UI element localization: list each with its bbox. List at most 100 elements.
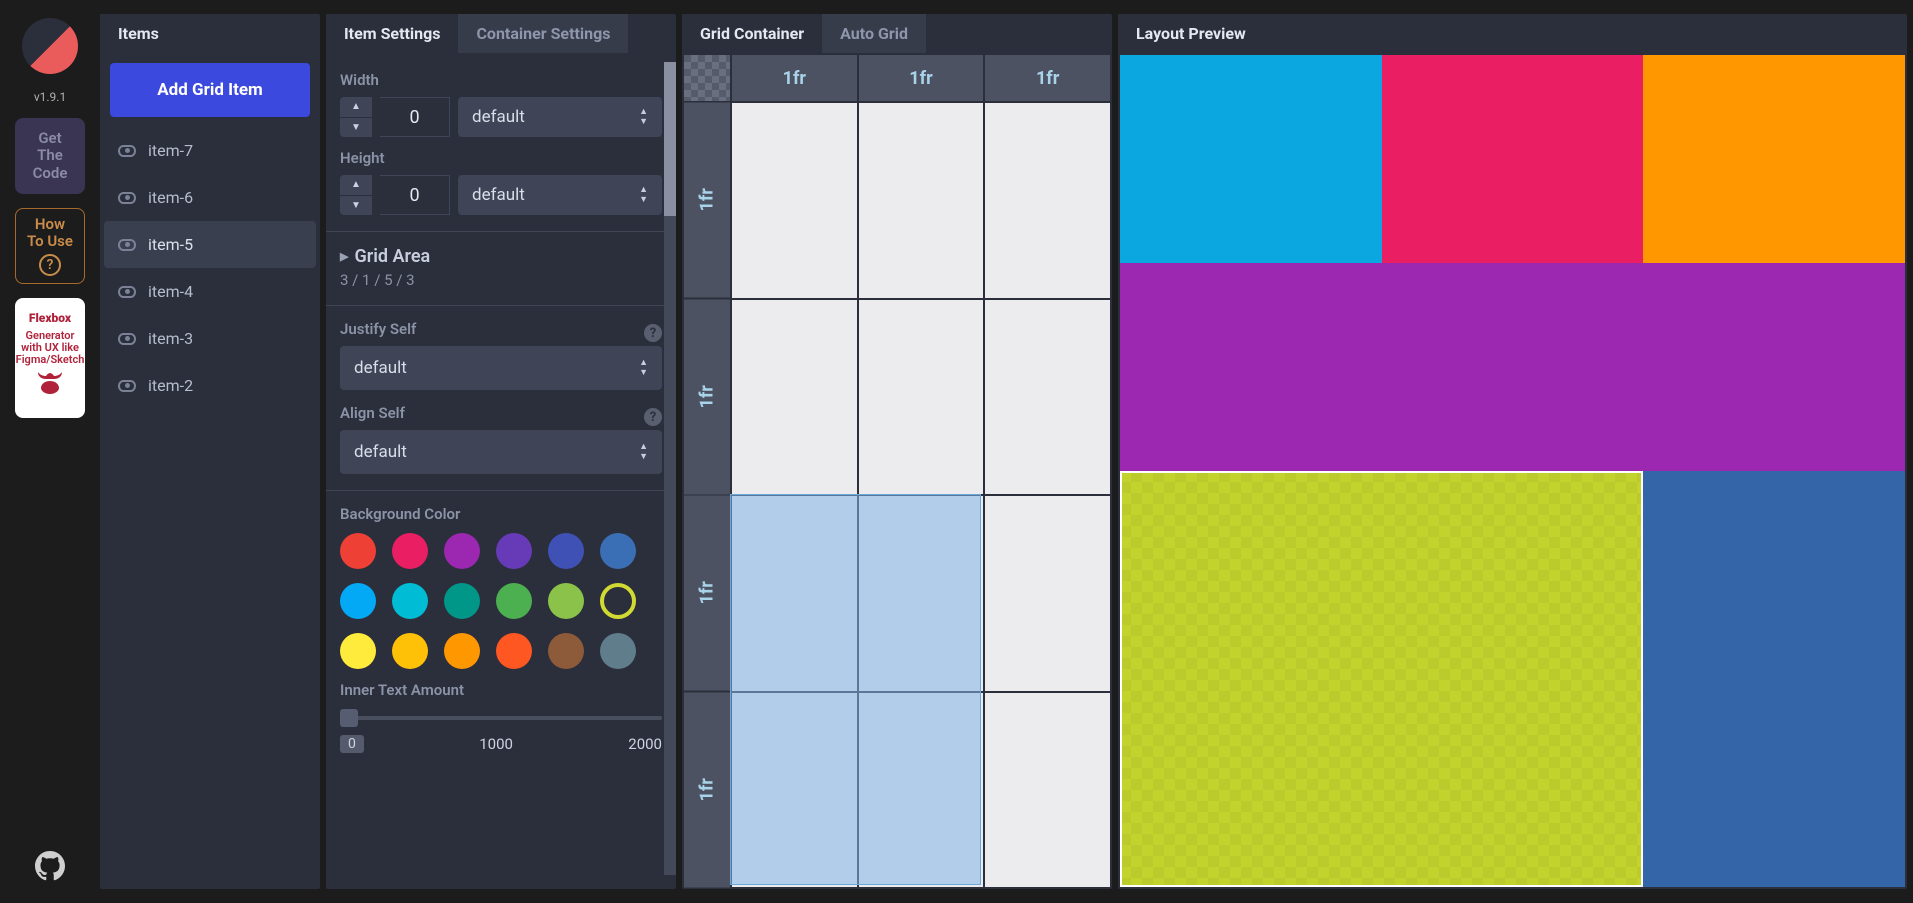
item-row[interactable]: item-3 [104,315,316,362]
grid-cell[interactable] [732,103,857,298]
width-value[interactable]: 0 [380,97,450,137]
color-swatch[interactable] [548,633,584,669]
color-swatch[interactable] [496,633,532,669]
settings-panel: Item Settings Container Settings Width ▲… [326,14,676,889]
slider-min: 0 [340,735,364,753]
grid-cell[interactable] [859,103,984,298]
height-unit-select[interactable]: default▲▼ [458,175,662,215]
color-swatch[interactable] [496,583,532,619]
grid-selection-overlay[interactable] [730,494,981,885]
scrollbar-thumb[interactable] [664,62,676,216]
width-label: Width [340,71,662,89]
color-swatch[interactable] [444,633,480,669]
preview-cell [1643,55,1905,263]
settings-body: Width ▲▼ 0 default▲▼ Height ▲▼ 0 default… [326,53,676,767]
item-row[interactable]: item-5 [104,221,316,268]
eye-icon[interactable] [118,333,136,345]
tab-items[interactable]: Items [100,14,177,53]
tab-grid-container[interactable]: Grid Container [682,14,822,53]
items-tabs: Items [100,14,320,53]
color-swatch[interactable] [340,583,376,619]
eye-icon[interactable] [118,145,136,157]
tab-layout-preview[interactable]: Layout Preview [1118,14,1264,53]
chevron-up-icon[interactable]: ▲ [340,175,372,196]
chevron-down-icon[interactable]: ▼ [340,196,372,216]
inner-text-slider[interactable] [340,709,662,727]
grid-cell[interactable] [732,300,857,495]
color-swatch[interactable] [600,633,636,669]
item-row[interactable]: item-2 [104,362,316,409]
color-swatch[interactable] [340,633,376,669]
width-unit-select[interactable]: default ▲▼ [458,97,662,137]
grid-cell[interactable] [985,693,1110,888]
align-self-select[interactable]: default▲▼ [340,430,662,474]
height-stepper[interactable]: ▲▼ [340,175,372,215]
height-value[interactable]: 0 [380,175,450,215]
item-row[interactable]: item-6 [104,174,316,221]
settings-scrollbar[interactable] [664,62,676,875]
flexbox-title: Flexbox [29,312,71,326]
grid-row-header[interactable]: 1fr [684,693,730,888]
eye-icon[interactable] [118,192,136,204]
height-unit-label: default [472,185,525,205]
color-swatch[interactable] [600,533,636,569]
help-icon[interactable]: ? [644,408,662,426]
color-swatch[interactable] [340,533,376,569]
preview-tabs: Layout Preview [1118,14,1907,53]
item-row[interactable]: item-7 [104,127,316,174]
grid-row-header[interactable]: 1fr [684,103,730,298]
color-swatch[interactable] [444,533,480,569]
flexbox-promo-button[interactable]: Flexbox Generator with UX like Figma/Ske… [15,298,85,418]
color-swatch[interactable] [444,583,480,619]
grid-editor[interactable]: 1fr1fr1fr1fr1fr1fr1fr [682,53,1112,889]
items-panel: Items Add Grid Item item-7item-6 item-5 it… [100,14,320,889]
grid-area-header[interactable]: ▶ Grid Area [340,246,662,267]
grid-cell[interactable] [985,103,1110,298]
select-caret-icon: ▲▼ [639,359,648,378]
grid-row-header[interactable]: 1fr [684,300,730,495]
tab-item-settings[interactable]: Item Settings [326,14,458,53]
width-unit-label: default [472,107,525,127]
color-swatch[interactable] [392,583,428,619]
how-to-label: How To Use [27,216,73,251]
grid-cell[interactable] [985,496,1110,691]
eye-icon[interactable] [118,239,136,251]
help-icon[interactable]: ? [644,324,662,342]
grid-cell[interactable] [985,300,1110,495]
item-row[interactable]: item-4 [104,268,316,315]
justify-self-select[interactable]: default▲▼ [340,346,662,390]
grid-col-header[interactable]: 1fr [985,55,1110,101]
color-swatch[interactable] [548,583,584,619]
eye-icon[interactable] [118,286,136,298]
color-swatch[interactable] [600,583,636,619]
grid-row-header[interactable]: 1fr [684,496,730,691]
color-swatch[interactable] [548,533,584,569]
chevron-down-icon[interactable]: ▼ [340,118,372,138]
github-icon[interactable] [35,851,65,885]
height-label: Height [340,149,662,167]
tab-auto-grid[interactable]: Auto Grid [822,14,926,53]
color-swatch[interactable] [392,533,428,569]
add-grid-item-button[interactable]: Add Grid Item [110,63,310,117]
question-icon: ? [39,254,61,276]
justify-self-label: Justify Self [340,320,416,338]
triangle-right-icon: ▶ [340,250,348,263]
grid-col-header[interactable]: 1fr [859,55,984,101]
color-swatch[interactable] [496,533,532,569]
tab-container-settings[interactable]: Container Settings [458,14,628,53]
width-stepper[interactable]: ▲▼ [340,97,372,137]
grid-col-header[interactable]: 1fr [732,55,857,101]
color-swatches [340,533,662,669]
item-name: item-5 [148,235,193,254]
grid-corner [684,55,730,101]
grid-cell[interactable] [859,300,984,495]
get-code-button[interactable]: Get The Code [15,118,85,194]
slider-thumb[interactable] [340,709,358,727]
eye-icon[interactable] [118,380,136,392]
how-to-use-button[interactable]: How To Use ? [15,208,85,284]
grid-area-label: Grid Area [354,246,430,267]
select-caret-icon: ▲▼ [639,108,648,127]
slider-mid: 1000 [479,735,513,753]
color-swatch[interactable] [392,633,428,669]
chevron-up-icon[interactable]: ▲ [340,97,372,118]
